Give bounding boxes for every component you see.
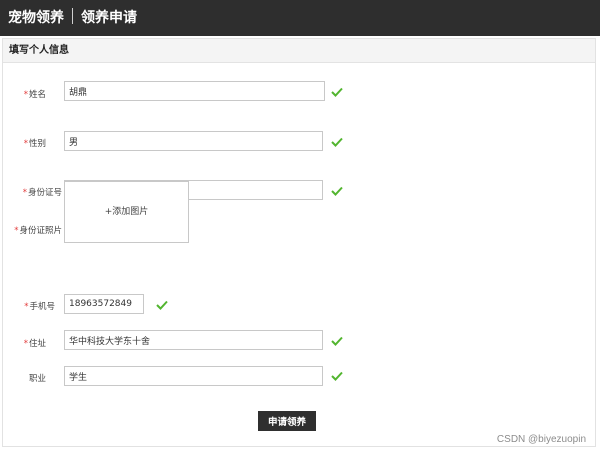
page-title: 领养申请 <box>81 10 137 26</box>
id-photo-label: *身份证照片 <box>14 226 62 236</box>
page: 宠物领养 领养申请 填写个人信息 *姓名 *性别 *身份证号 *身份证照片 +添加… <box>0 0 600 451</box>
occupation-label: 职业 <box>28 374 46 384</box>
check-icon <box>331 137 343 147</box>
app-title[interactable]: 宠物领养 <box>8 10 64 26</box>
gender-label: *性别 <box>23 139 46 149</box>
occupation-input[interactable] <box>64 366 323 386</box>
address-input[interactable] <box>64 330 323 350</box>
title-divider <box>72 8 73 24</box>
id-number-label: *身份证号 <box>22 188 62 198</box>
phone-label: *手机号 <box>24 302 55 312</box>
name-input[interactable] <box>64 81 325 101</box>
check-icon <box>331 186 343 196</box>
required-mark: * <box>23 90 28 100</box>
check-icon <box>331 336 343 346</box>
section-title: 填写个人信息 <box>3 39 595 63</box>
top-header-bar: 宠物领养 领养申请 <box>0 0 600 36</box>
address-label: *住址 <box>23 339 46 349</box>
check-icon <box>331 371 343 381</box>
gender-input[interactable] <box>64 131 323 151</box>
watermark-text: CSDN @biyezuopin <box>496 434 586 445</box>
apply-adoption-button[interactable]: 申请领养 <box>258 411 316 431</box>
add-image-button[interactable]: +添加图片 <box>64 181 189 243</box>
name-label: *姓名 <box>23 90 46 100</box>
check-icon <box>156 300 168 310</box>
phone-input[interactable] <box>64 294 144 314</box>
check-icon <box>331 87 343 97</box>
